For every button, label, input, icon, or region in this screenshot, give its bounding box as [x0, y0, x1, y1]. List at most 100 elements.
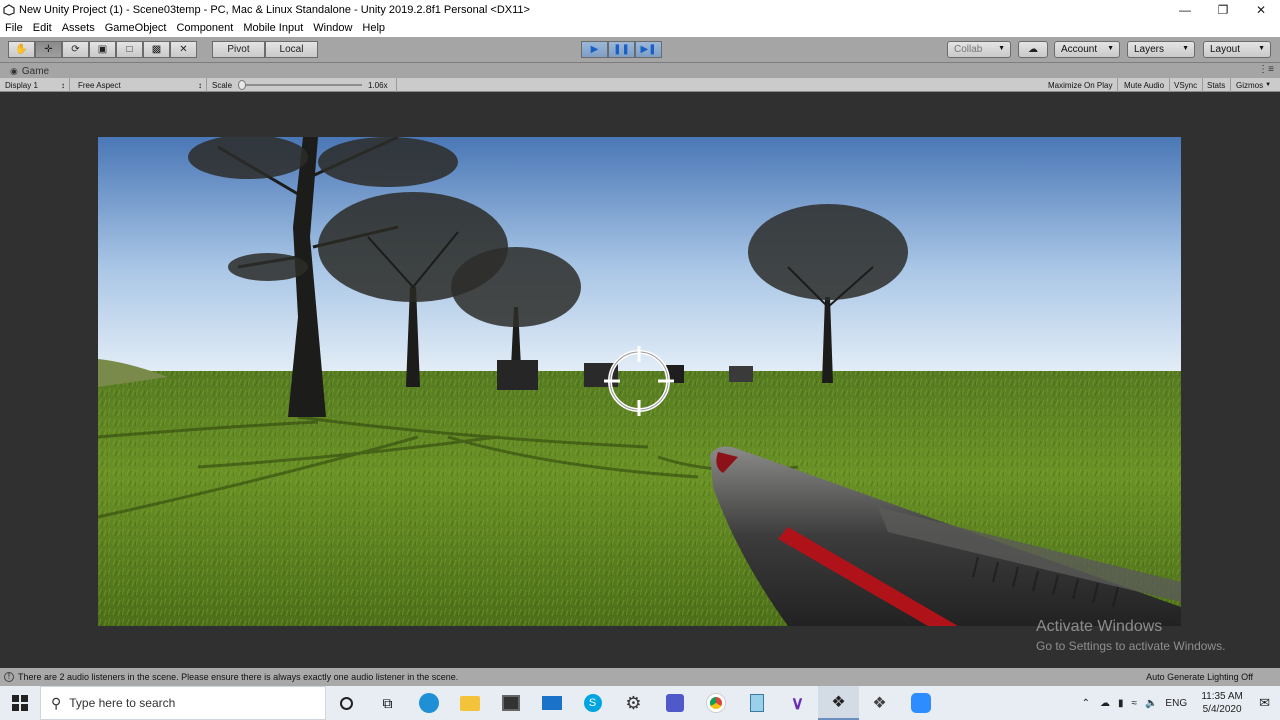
account-dropdown[interactable]: Account ▼: [1054, 41, 1120, 58]
lighting-status[interactable]: Auto Generate Lighting Off: [1146, 672, 1253, 682]
aspect-dropdown[interactable]: Free Aspect ↕: [73, 78, 207, 92]
chevron-down-icon: ▼: [1265, 82, 1272, 88]
task-view-button[interactable]: ⧉: [367, 686, 408, 720]
settings-button[interactable]: ⚙: [613, 686, 654, 720]
maximize-label: Maximize On Play: [1048, 80, 1113, 90]
step-button[interactable]: ▶❚: [635, 41, 662, 58]
scale-label: Scale: [212, 80, 233, 90]
aspect-label: Free Aspect: [78, 80, 121, 90]
move-tool-button[interactable]: ✛: [35, 41, 62, 58]
teams-button[interactable]: [654, 686, 695, 720]
unity-logo-icon: [3, 3, 15, 16]
chevron-down-icon: ▼: [1182, 45, 1189, 52]
show-hidden-icons-icon[interactable]: ⌃: [1082, 698, 1090, 709]
chevron-down-icon: ▼: [1107, 45, 1114, 52]
start-button[interactable]: [0, 686, 40, 720]
skype-button[interactable]: S: [572, 686, 613, 720]
menu-component[interactable]: Component: [171, 22, 238, 34]
gizmos-dropdown[interactable]: Gizmos ▼: [1231, 78, 1276, 92]
local-toggle[interactable]: Local: [265, 41, 318, 58]
collab-dropdown[interactable]: Collab ▼: [947, 41, 1011, 58]
chrome-button[interactable]: [695, 686, 736, 720]
activate-windows-subtitle: Go to Settings to activate Windows.: [1036, 639, 1226, 653]
system-tray: ⌃ ☁ ▮ ≈ 🔈 ENG 11:35 AM 5/4/2020 ✉: [1082, 686, 1280, 720]
unity-hub-icon: ❖: [872, 695, 887, 712]
pause-button[interactable]: ❚❚: [608, 41, 635, 58]
cloud-icon: ☁: [1028, 44, 1038, 55]
scale-icon: ▣: [97, 44, 108, 55]
menu-mobile-input[interactable]: Mobile Input: [238, 22, 308, 34]
store-icon: [501, 695, 520, 711]
game-view-toolbar: Display 1 ↕ Free Aspect ↕ Scale 1.06x Ma…: [0, 78, 1280, 92]
layers-dropdown[interactable]: Layers ▼: [1127, 41, 1195, 58]
rotate-tool-button[interactable]: ⟳: [62, 41, 89, 58]
cortana-button[interactable]: [326, 686, 367, 720]
cloud-button[interactable]: ☁: [1018, 41, 1048, 58]
panel-menu-icon[interactable]: ⋮≡: [1258, 64, 1274, 75]
gizmos-label: Gizmos: [1236, 80, 1264, 90]
layout-dropdown[interactable]: Layout ▼: [1203, 41, 1271, 58]
mail-button[interactable]: [531, 686, 572, 720]
main-toolbar: ✋ ✛ ⟳ ▣ □ ▩ ✕ Pivot Local ▶ ❚❚ ▶❚ Collab…: [0, 37, 1280, 63]
menu-window[interactable]: Window: [308, 22, 357, 34]
layers-label: Layers: [1134, 44, 1165, 55]
input-language[interactable]: ENG: [1165, 698, 1187, 709]
onedrive-icon[interactable]: ☁: [1100, 698, 1110, 709]
rect-tool-button[interactable]: □: [116, 41, 143, 58]
clock-date: 5/4/2020: [1202, 704, 1242, 715]
cortana-icon: [340, 696, 353, 710]
vsync-toggle[interactable]: VSync: [1169, 78, 1204, 92]
wifi-icon[interactable]: ≈: [1131, 698, 1137, 709]
visual-studio-icon: ∨: [790, 692, 805, 713]
pivot-toggle[interactable]: Pivot: [212, 41, 265, 58]
notepad-button[interactable]: [736, 686, 777, 720]
menu-help[interactable]: Help: [357, 22, 390, 34]
pause-icon: ❚❚: [613, 44, 630, 55]
scale-tool-button[interactable]: ▣: [89, 41, 116, 58]
transform-tool-button[interactable]: ▩: [143, 41, 170, 58]
chevron-down-icon: ▼: [1258, 45, 1265, 52]
zoom-button[interactable]: [900, 686, 941, 720]
scale-slider-thumb[interactable]: [238, 80, 246, 90]
hand-tool-button[interactable]: ✋: [8, 41, 35, 58]
taskbar-search[interactable]: ⚲ Type here to search: [40, 686, 326, 720]
scale-slider[interactable]: [238, 80, 362, 90]
minimize-button[interactable]: —: [1166, 0, 1204, 19]
custom-tool-button[interactable]: ✕: [170, 41, 197, 58]
edge-button[interactable]: [408, 686, 449, 720]
battery-icon[interactable]: ▮: [1118, 698, 1124, 709]
maximize-on-play-toggle[interactable]: Maximize On Play: [1043, 78, 1119, 92]
rect-icon: □: [126, 44, 133, 55]
menu-assets[interactable]: Assets: [57, 22, 100, 34]
notifications-icon[interactable]: ✉: [1259, 695, 1270, 711]
unity-hub-button[interactable]: ❖: [859, 686, 900, 720]
tab-game[interactable]: ◉ Game: [6, 64, 53, 78]
pivot-controls: Pivot Local: [212, 41, 318, 58]
store-button[interactable]: [490, 686, 531, 720]
play-button[interactable]: ▶: [581, 41, 608, 58]
console-message[interactable]: There are 2 audio listeners in the scene…: [18, 672, 458, 682]
unity-taskbar-button[interactable]: ❖: [818, 686, 859, 720]
play-icon: ▶: [590, 44, 599, 55]
info-icon: !: [4, 672, 14, 682]
clock-time: 11:35 AM: [1201, 691, 1243, 702]
collab-label: Collab: [954, 44, 983, 55]
stats-toggle[interactable]: Stats: [1202, 78, 1232, 92]
restore-button[interactable]: ❐: [1204, 0, 1242, 19]
menu-edit[interactable]: Edit: [28, 22, 57, 34]
file-explorer-button[interactable]: [449, 686, 490, 720]
menu-file[interactable]: File: [0, 22, 28, 34]
minimize-icon: —: [1179, 2, 1191, 17]
visual-studio-button[interactable]: ∨: [777, 686, 818, 720]
mute-label: Mute Audio: [1124, 80, 1165, 90]
rotate-icon: ⟳: [71, 44, 80, 55]
display-dropdown[interactable]: Display 1 ↕: [0, 78, 70, 92]
mute-audio-toggle[interactable]: Mute Audio: [1119, 78, 1171, 92]
volume-icon[interactable]: 🔈: [1145, 698, 1157, 709]
close-button[interactable]: ✕: [1242, 0, 1280, 19]
unity-icon: ❖: [831, 694, 846, 711]
clock[interactable]: 11:35 AM 5/4/2020: [1193, 690, 1251, 716]
menu-gameobject[interactable]: GameObject: [100, 22, 172, 34]
game-render[interactable]: [98, 137, 1181, 626]
move-icon: ✛: [44, 44, 53, 55]
